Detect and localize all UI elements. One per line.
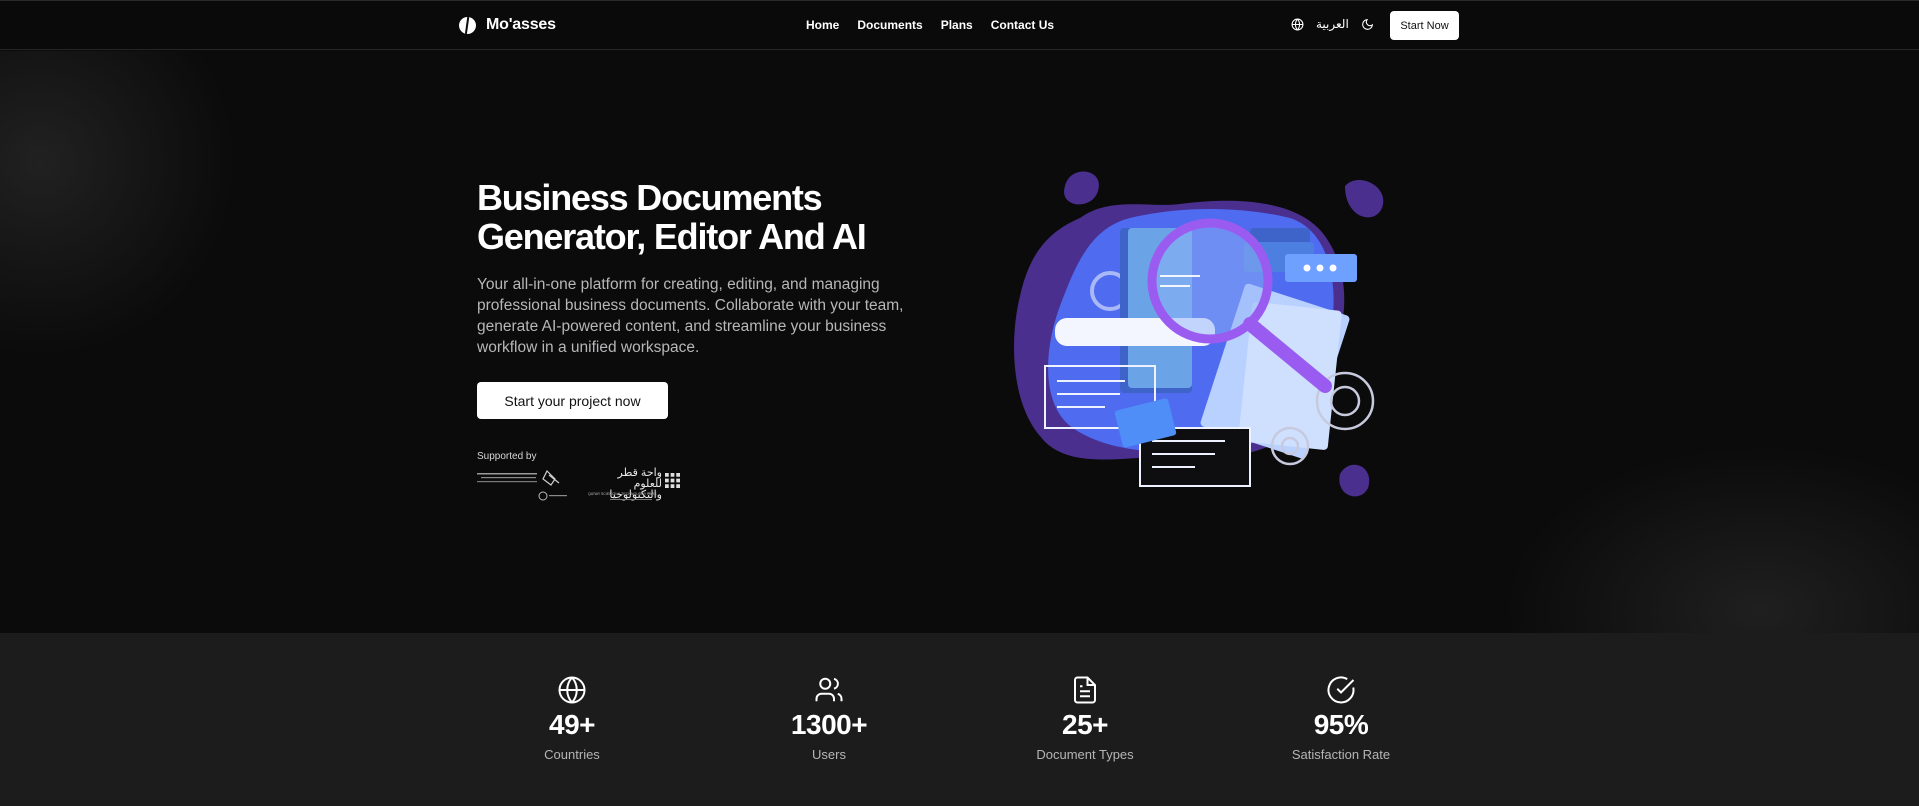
qstp-english-name: QATAR SCIENCE & TECHNOLOGY PARK	[588, 492, 657, 496]
logo-icon	[459, 16, 476, 34]
top-navbar: Mo'asses Home Documents Plans Contact Us…	[0, 0, 1919, 50]
users-icon	[815, 677, 843, 702]
hero-illustration	[1014, 171, 1384, 497]
language-switcher[interactable]: العربية	[1291, 17, 1349, 31]
stat-satisfaction: 95% Satisfaction Rate	[1261, 675, 1421, 762]
theme-toggle[interactable]	[1361, 18, 1374, 36]
hero-title-line2: Generator, Editor And AI	[477, 216, 867, 257]
globe-icon	[558, 676, 586, 704]
stat-label: Users	[812, 747, 846, 762]
hero-section: Business Documents Generator, Editor And…	[0, 51, 1919, 633]
globe-icon	[1291, 18, 1304, 30]
stat-document-types: 25+ Document Types	[1005, 675, 1165, 762]
qstp-mark-icon	[665, 473, 680, 488]
sponsor-logo-ministry	[477, 469, 567, 501]
stat-value: 95%	[1313, 709, 1369, 740]
moon-icon	[1362, 18, 1374, 30]
stat-value: 1300+	[790, 709, 868, 740]
start-now-button[interactable]: Start Now	[1390, 11, 1459, 40]
sponsor-logo-qstp: واحة قطر للعلوم والتكنولوجيا QATAR SCIEN…	[588, 467, 680, 505]
hero-title: Business Documents Generator, Editor And…	[477, 178, 897, 256]
stat-countries: 49+ Countries	[492, 675, 652, 762]
stat-value: 25+	[1062, 709, 1109, 740]
brand-name: Mo'asses	[486, 16, 556, 33]
hero-title-line1: Business Documents	[477, 177, 823, 218]
nav-link-contact[interactable]: Contact Us	[991, 18, 1054, 32]
check-circle-icon	[1327, 676, 1355, 704]
qstp-arabic-name: واحة قطر للعلوم والتكنولوجيا	[609, 467, 662, 501]
supported-by-label: Supported by	[477, 451, 537, 462]
language-label: العربية	[1316, 17, 1349, 31]
main-nav: Home Documents Plans Contact Us	[806, 18, 1054, 32]
stat-label: Document Types	[1036, 747, 1134, 762]
stat-value: 49+	[549, 709, 596, 740]
nav-link-plans[interactable]: Plans	[941, 18, 973, 32]
stat-label: Satisfaction Rate	[1291, 747, 1391, 762]
brand-logo[interactable]: Mo'asses	[459, 16, 556, 34]
start-project-button[interactable]: Start your project now	[477, 382, 668, 419]
qstp-subline	[610, 499, 652, 500]
nav-link-home[interactable]: Home	[806, 18, 839, 32]
stats-section: 49+ Countries 1300+ Users 25+ Document T…	[0, 633, 1919, 806]
hero-description: Your all-in-one platform for creating, e…	[477, 276, 904, 356]
document-icon	[1074, 676, 1096, 704]
stat-label: Countries	[544, 747, 600, 762]
stat-users: 1300+ Users	[749, 675, 909, 762]
nav-link-documents[interactable]: Documents	[857, 18, 922, 32]
